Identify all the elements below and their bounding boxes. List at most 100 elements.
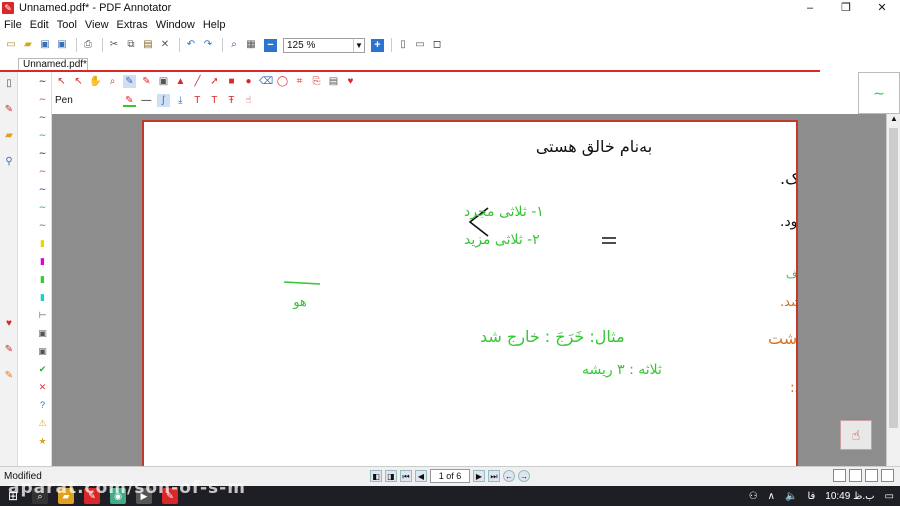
warning-icon[interactable]: ⚠	[34, 414, 51, 432]
people-icon[interactable]: ⚇	[749, 491, 758, 502]
page-thumbnails-icon[interactable]: ▯	[3, 78, 15, 90]
arrow-tool-icon[interactable]: ➚	[208, 75, 221, 88]
paste-icon[interactable]: ▤	[141, 38, 155, 52]
text-style-icon[interactable]: T	[191, 94, 204, 107]
stamp-box-icon[interactable]: ▣	[34, 342, 51, 360]
favorite-icon[interactable]: ♥	[3, 318, 15, 330]
find-icon[interactable]: ⌕	[227, 38, 241, 52]
touch-scroll-button[interactable]: ☝	[840, 420, 872, 450]
select-icon[interactable]: ↖	[55, 75, 68, 88]
folder-icon[interactable]: ▰	[3, 130, 15, 142]
forward-icon[interactable]: →	[518, 470, 530, 482]
pen-preset-green[interactable]: ∼	[34, 126, 51, 144]
close-button[interactable]: ✕	[864, 0, 900, 16]
menu-tool[interactable]: Tool	[57, 19, 77, 31]
save-as-icon[interactable]: ▣	[55, 38, 69, 52]
marker-icon[interactable]: ✎	[3, 344, 15, 356]
menu-file[interactable]: File	[4, 19, 22, 31]
first-page-icon[interactable]: ⏮	[400, 470, 412, 482]
hand-icon[interactable]: ✋	[89, 75, 102, 88]
delete-icon[interactable]: ✕	[158, 38, 172, 52]
ellipse-tool-icon[interactable]: ●	[242, 75, 255, 88]
scroll-thumb[interactable]	[889, 128, 898, 428]
pdf-page[interactable]: به‌نام خالق هستی قواعد درس سوم «اَشکالُ …	[142, 120, 798, 468]
pen-preset-black[interactable]: ∼	[34, 72, 51, 90]
notifications-icon[interactable]: ▭	[885, 491, 894, 502]
copy-icon[interactable]: ⧉	[124, 38, 138, 52]
pen-tool-icon[interactable]: ✎	[123, 75, 136, 88]
previous-page-icon[interactable]: ◀	[415, 470, 427, 482]
language-indicator[interactable]: فا	[807, 491, 815, 502]
maximize-button[interactable]: ❐	[828, 0, 864, 16]
highlighter-icon[interactable]: ✎	[3, 370, 15, 382]
pen-preset-red[interactable]: ∼	[34, 90, 51, 108]
comment-tool-icon[interactable]: ◯	[276, 75, 289, 88]
history-back-icon[interactable]: ◧	[370, 470, 382, 482]
text-underline-icon[interactable]: T	[208, 94, 221, 107]
history-forward-icon[interactable]: ◨	[385, 470, 397, 482]
print-icon[interactable]: ⎙	[81, 38, 95, 52]
pen-preset-darkred[interactable]: ∼	[34, 108, 51, 126]
pen-preset-gray[interactable]: ∼	[34, 216, 51, 234]
finger-touch-icon[interactable]: ☝	[242, 94, 255, 107]
pen-color-icon[interactable]: ✎	[122, 94, 136, 107]
attachment-icon[interactable]: ⚲	[3, 156, 15, 168]
snapshot-tool-icon[interactable]: ⎘	[310, 75, 323, 88]
menu-edit[interactable]: Edit	[30, 19, 49, 31]
fit-page-icon[interactable]: ▯	[396, 38, 410, 52]
pen-tab-icon[interactable]: ✎	[3, 104, 15, 116]
favorites-tool-icon[interactable]: ♥	[344, 75, 357, 88]
minimize-button[interactable]: –	[792, 0, 828, 16]
redo-icon[interactable]: ↷	[201, 38, 215, 52]
zoom-out-button[interactable]: −	[264, 38, 277, 52]
highlighter-green[interactable]: ▮	[34, 270, 51, 288]
cross-icon[interactable]: ✕	[34, 378, 51, 396]
new-icon[interactable]: ▭	[4, 38, 18, 52]
text-strike-icon[interactable]: Ŧ	[225, 94, 238, 107]
next-page-icon[interactable]: ▶	[473, 470, 485, 482]
pen-preset-blue[interactable]: ∼	[34, 180, 51, 198]
layout-icon[interactable]: ▦	[244, 38, 258, 52]
stamp-icon[interactable]: ⊢	[34, 306, 51, 324]
clock[interactable]: 10:49 ب.ظ	[825, 491, 874, 502]
cut-icon[interactable]: ✂	[107, 38, 121, 52]
stamp-tool-icon[interactable]: ▲	[174, 75, 187, 88]
tray-chevron-icon[interactable]: ∧	[768, 491, 775, 502]
menu-help[interactable]: Help	[203, 19, 226, 31]
continuous-view-icon[interactable]	[849, 469, 862, 482]
insert-tool-icon[interactable]: ▤	[327, 75, 340, 88]
single-page-view-icon[interactable]	[833, 469, 846, 482]
crop-tool-icon[interactable]: ⌗	[293, 75, 306, 88]
magnifier-icon[interactable]: ⌕	[106, 75, 119, 88]
image-tool-icon[interactable]: ▣	[157, 75, 170, 88]
eraser-tool-icon[interactable]: ⌫	[259, 75, 273, 88]
back-icon[interactable]: ←	[503, 470, 515, 482]
menu-extras[interactable]: Extras	[117, 19, 148, 31]
select-text-icon[interactable]: ↖	[72, 75, 85, 88]
save-icon[interactable]: ▣	[38, 38, 52, 52]
highlighter-yellow[interactable]: ▮	[34, 234, 51, 252]
zoom-in-button[interactable]: +	[371, 38, 384, 52]
vertical-scrollbar[interactable]: ▲	[886, 114, 900, 466]
fullscreen-icon[interactable]: ◻	[430, 38, 444, 52]
marker-tool-icon[interactable]: ✎	[140, 75, 153, 88]
pen-preset-black-2[interactable]: ∼	[34, 144, 51, 162]
rectangle-tool-icon[interactable]: ■	[225, 75, 238, 88]
last-page-icon[interactable]: ⏭	[488, 470, 500, 482]
zoom-select[interactable]: 125 % ▼	[283, 37, 365, 53]
line-style-icon[interactable]: —	[140, 94, 153, 107]
two-page-view-icon[interactable]	[865, 469, 878, 482]
scroll-up-icon[interactable]: ▲	[887, 114, 900, 123]
volume-icon[interactable]: 🔈	[785, 491, 797, 502]
line-tool-icon[interactable]: ╱	[191, 75, 204, 88]
fit-width-icon[interactable]: ▭	[413, 38, 427, 52]
menu-view[interactable]: View	[85, 19, 109, 31]
pen-preset-teal[interactable]: ∼	[34, 198, 51, 216]
highlighter-magenta[interactable]: ▮	[34, 252, 51, 270]
pressure-icon[interactable]: ⤓	[174, 94, 187, 107]
note-icon[interactable]: ▣	[34, 324, 51, 342]
undo-icon[interactable]: ↶	[184, 38, 198, 52]
menu-window[interactable]: Window	[156, 19, 195, 31]
check-icon[interactable]: ✔	[34, 360, 51, 378]
grid-view-icon[interactable]	[881, 469, 894, 482]
